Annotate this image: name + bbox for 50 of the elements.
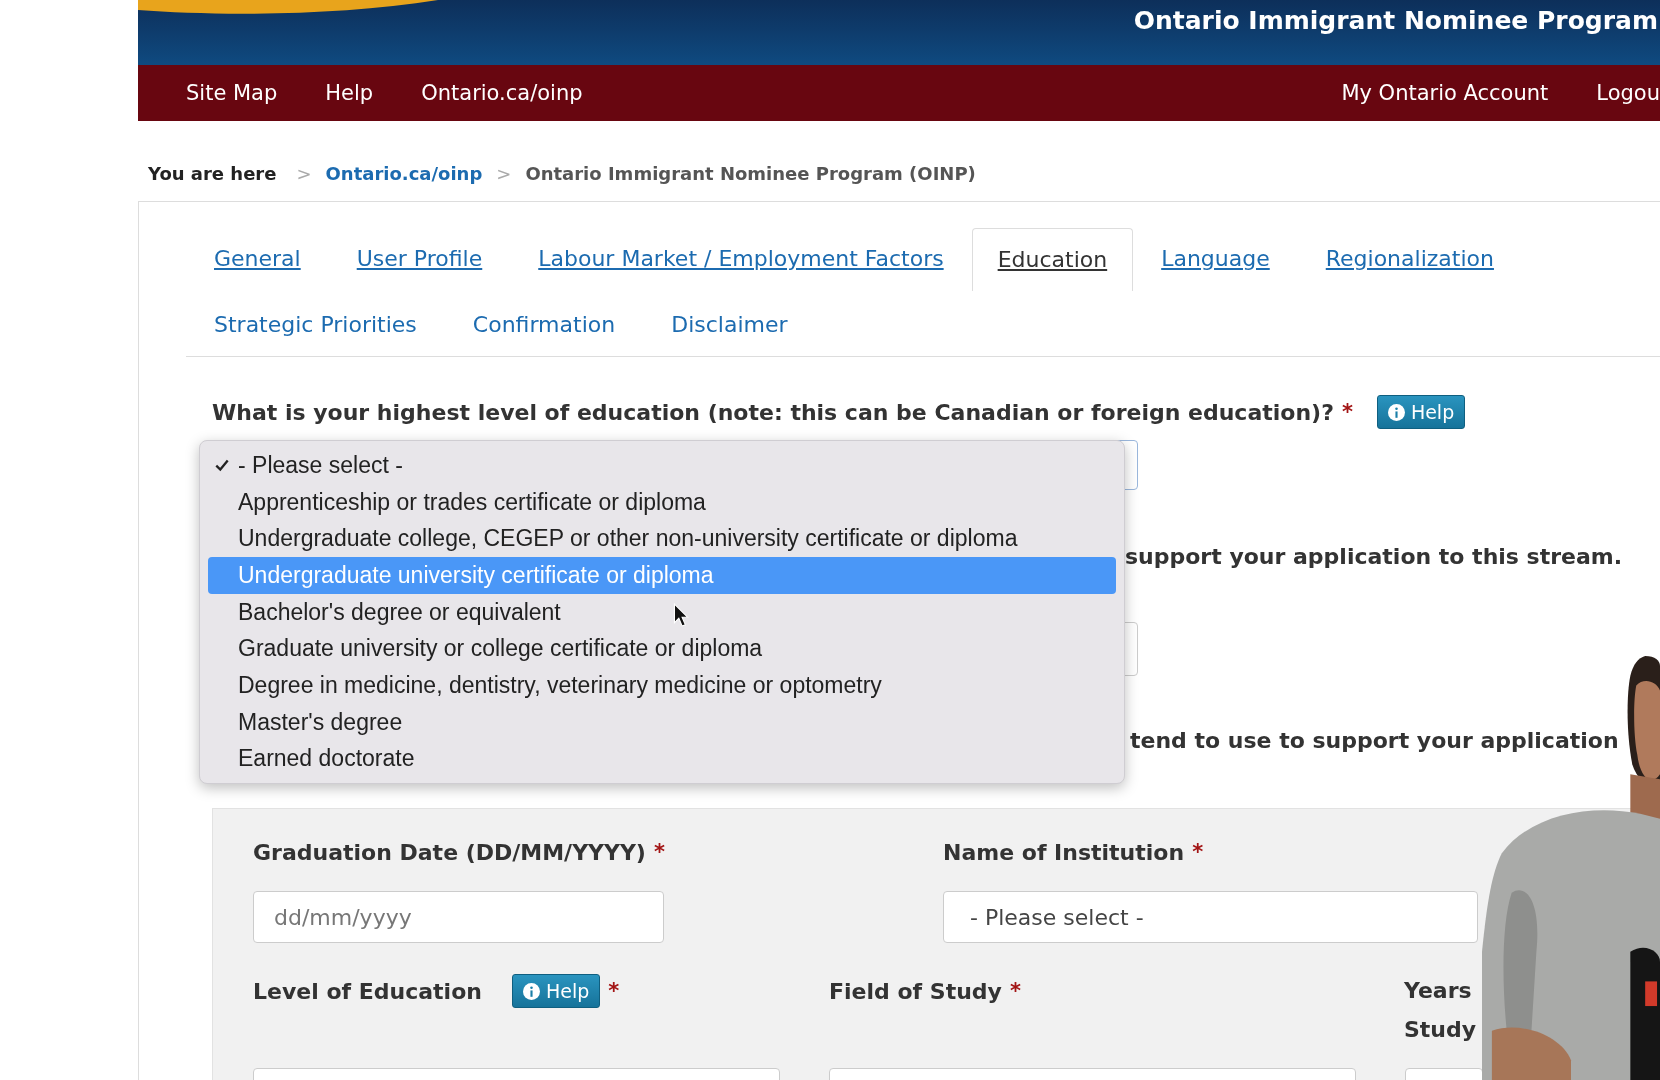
required-mark: *	[1192, 840, 1204, 864]
field-label: Level of Education	[253, 978, 482, 1004]
tab[interactable]: Language	[1133, 237, 1298, 279]
required-mark: *	[608, 979, 620, 1003]
nav-link[interactable]: Help	[325, 81, 374, 105]
tab[interactable]: Labour Market / Employment Factors	[510, 237, 972, 279]
field-label: Name of Institution	[943, 839, 1185, 865]
required-mark: *	[653, 840, 665, 864]
question-text: tend to use to support your application	[1130, 727, 1619, 753]
dropdown-option[interactable]: Bachelor's degree or equivalent	[208, 593, 1116, 631]
date-field[interactable]: dd/mm/yyyy	[253, 891, 664, 943]
tab[interactable]: General	[186, 237, 329, 279]
checkmark-icon	[214, 457, 230, 474]
nav-link[interactable]: Logou	[1596, 81, 1660, 105]
breadcrumb-separator: >	[496, 162, 512, 184]
dropdown-option[interactable]: - Please select -	[208, 447, 1116, 484]
required-mark: *	[1009, 979, 1021, 1003]
tab[interactable]: User Profile	[328, 237, 511, 279]
tab[interactable]: Confirmation	[444, 303, 644, 345]
dropdown-option[interactable]: Graduate university or college certificate or diploma	[208, 630, 1116, 668]
tab[interactable]: Regionalization	[1297, 237, 1522, 279]
field-label: Field of Study	[829, 978, 1002, 1004]
site-title: Ontario Immigrant Nominee Program	[1133, 6, 1658, 35]
field-label: Years	[1404, 978, 1473, 1003]
nav-link[interactable]: Ontario.ca/oinp	[421, 81, 583, 105]
dropdown-option[interactable]: Master's degree	[208, 703, 1116, 741]
question-text: support your application to this stream.	[1125, 543, 1623, 569]
help-button[interactable]: Help	[1376, 395, 1466, 429]
nav-link[interactable]: Site Map	[186, 81, 278, 105]
required-mark: *	[1341, 400, 1353, 424]
dropdown-option[interactable]: Apprenticeship or trades certificate or diploma	[208, 483, 1116, 521]
info-icon	[1387, 403, 1405, 421]
field-label: Study	[1404, 1017, 1477, 1042]
dropdown-option[interactable]: Undergraduate college, CEGEP or other non-university certificate or diploma	[208, 520, 1116, 558]
breadcrumb-separator: >	[296, 162, 312, 184]
field-label: Graduation Date (DD/MM/YYYY)	[253, 839, 646, 865]
tab[interactable]: Disclaimer	[643, 303, 816, 345]
dropdown-option[interactable]: Degree in medicine, dentistry, veterinary medicine or optometry	[208, 667, 1116, 704]
tab[interactable]: Education	[971, 227, 1134, 291]
cursor-icon	[673, 603, 689, 627]
dropdown-option[interactable]: Earned doctorate	[208, 740, 1116, 778]
nav-link[interactable]: My Ontario Account	[1341, 81, 1549, 105]
breadcrumb-link[interactable]: Ontario Immigrant Nominee Program (OINP)	[525, 162, 976, 184]
question-text: What is your highest level of education (note: this can be Canadian or foreign education)?	[212, 399, 1334, 425]
breadcrumb-link[interactable]: Ontario.ca/oinp	[325, 162, 483, 184]
tab[interactable]: Strategic Priorities	[186, 303, 445, 345]
institution-select[interactable]: - Please select -	[943, 891, 1478, 943]
help-button[interactable]: Help	[511, 974, 601, 1008]
info-icon	[522, 982, 540, 1000]
breadcrumb-label: You are here	[148, 162, 277, 184]
